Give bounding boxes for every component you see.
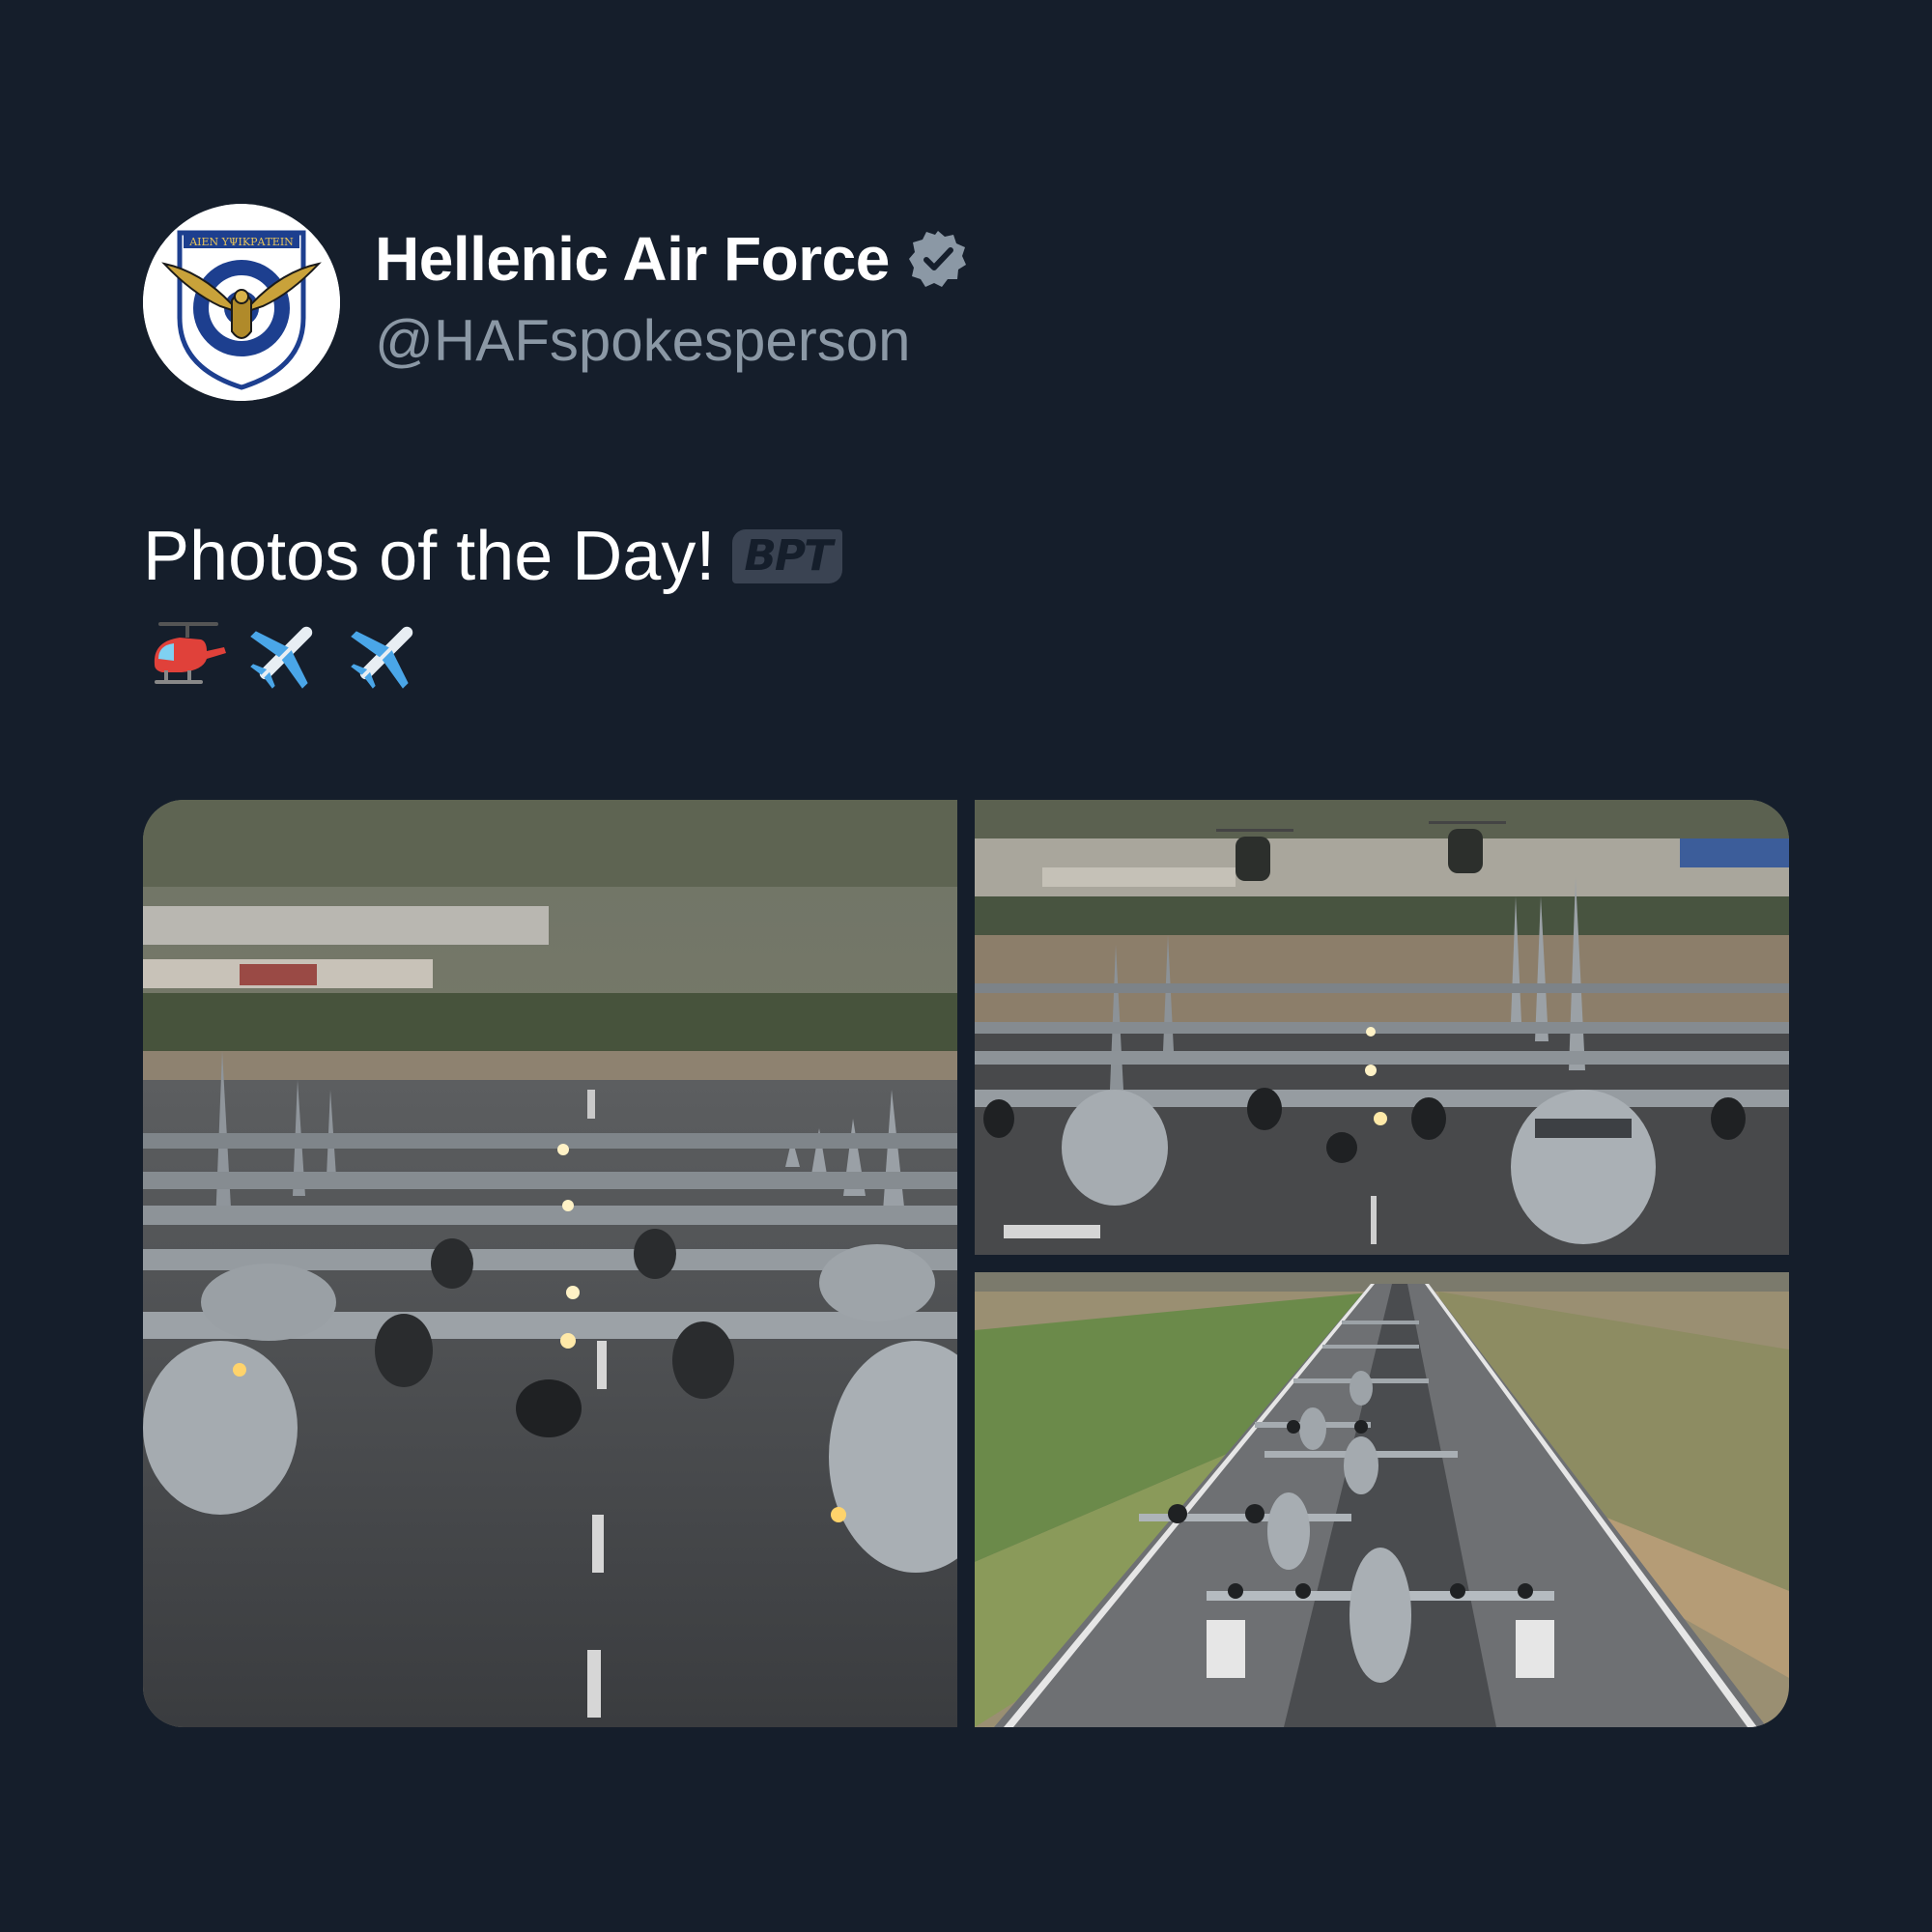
author-handle[interactable]: @HAFspokesperson xyxy=(375,307,910,374)
photo-image xyxy=(975,1272,1789,1727)
hellenic-air-force-emblem-icon: ΑΙΕΝ ΥΨΙΚΡΑΤΕΙΝ xyxy=(143,204,340,401)
airplane-icon xyxy=(351,626,413,689)
author-name-row: Hellenic Air Force xyxy=(375,220,969,298)
emoji-row xyxy=(141,607,431,699)
photo-image xyxy=(975,800,1789,1255)
tweet-text-content: Photos of the Day! xyxy=(143,518,716,595)
photo-elephant-walk-runway-aerial[interactable] xyxy=(975,1272,1789,1727)
media-grid xyxy=(143,800,1789,1727)
photo-elephant-walk-helicopters[interactable] xyxy=(975,800,1789,1255)
photo-image xyxy=(143,800,957,1727)
verified-badge-icon xyxy=(908,231,966,287)
avatar-motto: ΑΙΕΝ ΥΨΙΚΡΑΤΕΙΝ xyxy=(188,236,294,248)
helicopter-icon xyxy=(154,622,226,684)
airplane-icon xyxy=(250,626,313,689)
author-display-name[interactable]: Hellenic Air Force xyxy=(375,223,890,295)
photo-elephant-walk-closeup[interactable] xyxy=(143,800,957,1727)
avatar[interactable]: ΑΙΕΝ ΥΨΙΚΡΑΤΕΙΝ xyxy=(143,204,340,401)
tweet-text: Photos of the Day! BPT xyxy=(143,517,843,596)
watermark-logo: BPT xyxy=(732,529,843,583)
